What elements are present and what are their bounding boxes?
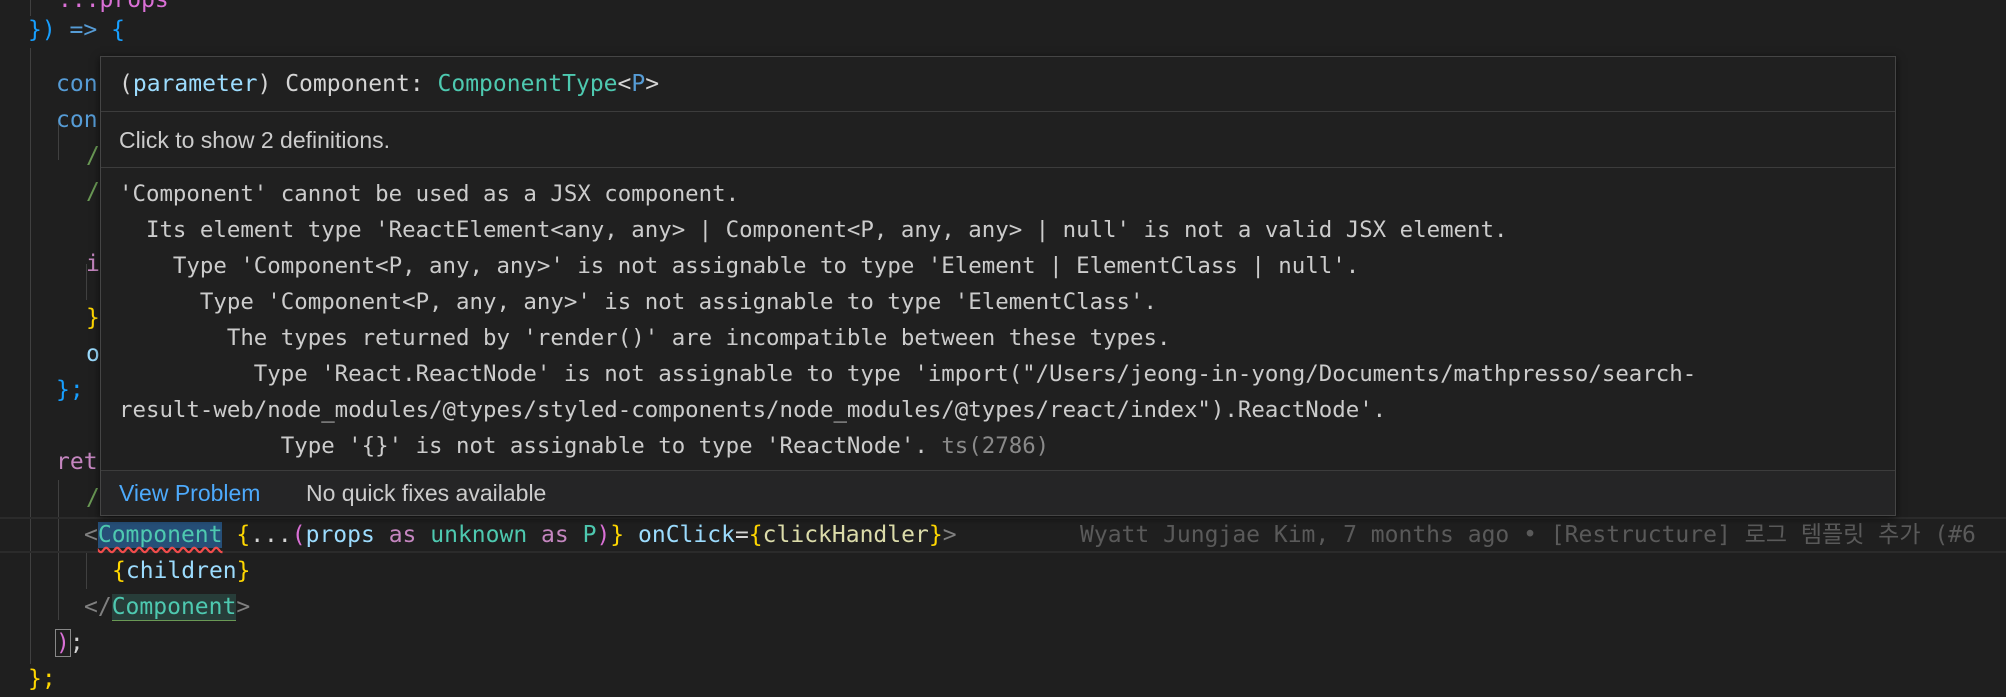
signature-token: > [645,71,660,97]
code-token: ( [291,522,306,548]
code-token: / [86,143,100,169]
blame-text: Wyatt Jungjae Kim, 7 months ago • [Restr… [1080,522,1976,548]
code-line[interactable]: {children} [112,553,251,589]
show-definitions-link[interactable]: Click to show 2 definitions. [101,112,1895,168]
indent-guide [30,48,31,664]
code-token: }) [28,17,56,43]
code-token: / [86,485,100,511]
error-code: ts(2786) [941,433,1050,459]
code-line[interactable]: con [56,102,98,138]
component-identifier-close[interactable]: Component [111,594,237,621]
code-token: clickHandler [762,522,929,548]
code-token: < [84,522,98,548]
code-token: { [236,522,251,548]
code-token: as [374,522,431,548]
code-token: P [582,522,597,548]
code-token: children [125,558,237,584]
view-problem-link[interactable]: View Problem [119,471,260,515]
code-line[interactable]: / [86,138,100,174]
code-token: props [305,522,375,548]
code-token: con [56,107,98,133]
code-line-component-open[interactable]: <Component {...(props as unknown as P)} … [84,517,957,553]
hover-signature: (parameter) Component: ComponentType<P> [101,57,1895,112]
code-token: / [86,179,100,205]
code-token: ) [55,629,71,657]
code-line[interactable]: i [86,246,100,282]
code-token: = [734,522,749,548]
code-token: </ [84,594,112,620]
code-token: onClick [624,522,735,548]
code-line-component-close[interactable]: </Component> [84,589,250,625]
code-token: }; [56,377,84,403]
signature-name: Component: [271,71,438,97]
code-line[interactable]: }) => { [28,12,125,48]
code-line[interactable]: ret [56,444,98,480]
code-token: } [236,558,251,584]
code-token: ) [596,522,611,548]
error-message-line: Type '{}' is not assignable to type 'Rea… [119,428,1859,464]
error-message-line: The types returned by 'render()' are inc… [119,325,1171,351]
error-message-line: Type 'Component<P, any, any>' is not ass… [119,289,1157,315]
code-line[interactable]: / [86,480,100,516]
error-message: 'Component' cannot be used as a JSX comp… [119,176,1859,464]
error-message-line: result-web/node_modules/@types/styled-co… [119,397,1387,423]
code-token: i [86,251,100,277]
signature-type: ComponentType [437,71,618,97]
code-line[interactable]: }; [28,661,56,697]
signature-token: ) [257,71,272,97]
code-token: { [112,558,126,584]
code-token: con [56,71,98,97]
code-token: as [527,522,583,548]
code-token: { [111,17,125,43]
error-message-line: 'Component' cannot be used as a JSX comp… [119,181,740,207]
code-token: } [86,305,100,331]
code-line[interactable]: o [86,336,100,372]
error-message-line: Its element type 'ReactElement<any, any>… [119,217,1508,243]
component-identifier-error[interactable]: Component [97,522,223,548]
code-token: }; [28,666,56,692]
code-token: ... [250,522,292,548]
code-token: o [86,341,100,367]
error-message-line: Type 'Component<P, any, any>' is not ass… [119,253,1360,279]
code-token: > [942,522,957,548]
code-token: { [748,522,763,548]
code-token: } [928,522,943,548]
code-line[interactable]: }; [56,372,84,408]
code-token: unknown [430,522,528,548]
code-line[interactable]: con [56,66,98,102]
hover-tooltip[interactable]: (parameter) Component: ComponentType<P> … [100,56,1896,516]
indent-guide [86,553,87,589]
hover-status-bar: View Problem No quick fixes available [101,470,1895,515]
git-blame-annotation: Wyatt Jungjae Kim, 7 months ago • [Restr… [1080,517,1976,553]
signature-type-param: P [631,71,646,97]
code-token: > [236,594,251,620]
signature-token: ( [119,71,133,97]
signature-token: < [617,71,632,97]
code-token: } [610,522,625,548]
code-line[interactable]: ); [55,625,84,661]
error-message-text: Type '{}' is not assignable to type 'Rea… [119,433,942,459]
code-token: ; [69,630,84,656]
signature-kind: parameter [132,71,258,97]
code-token: => [55,17,112,43]
code-line[interactable]: / [86,174,100,210]
error-message-line: Type 'React.ReactNode' is not assignable… [119,361,1697,387]
code-line[interactable]: } [86,300,100,336]
code-token: ret [56,449,98,475]
no-quick-fixes-label: No quick fixes available [306,480,547,506]
